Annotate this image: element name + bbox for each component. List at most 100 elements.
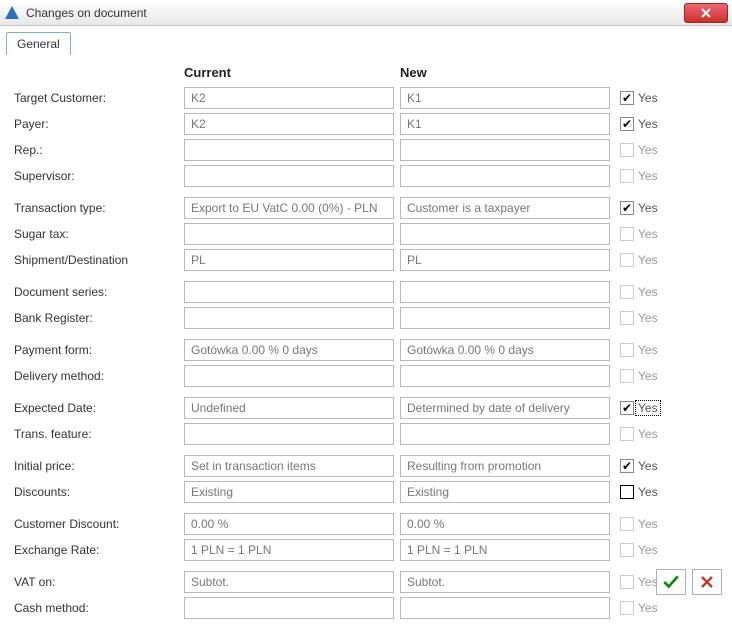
- checkbox[interactable]: [620, 543, 634, 557]
- new-value[interactable]: 0.00 %: [400, 513, 610, 535]
- yes-toggle[interactable]: Yes: [620, 343, 690, 357]
- row: Target Customer:K2K1Yes: [14, 86, 718, 110]
- checkbox[interactable]: [620, 459, 634, 473]
- yes-label: Yes: [638, 343, 658, 357]
- new-value[interactable]: Gotówka 0.00 % 0 days: [400, 339, 610, 361]
- current-value[interactable]: [184, 365, 394, 387]
- checkbox[interactable]: [620, 285, 634, 299]
- current-value[interactable]: [184, 139, 394, 161]
- checkbox[interactable]: [620, 227, 634, 241]
- current-value[interactable]: Gotówka 0.00 % 0 days: [184, 339, 394, 361]
- yes-toggle[interactable]: Yes: [620, 485, 690, 499]
- new-value[interactable]: [400, 165, 610, 187]
- current-value[interactable]: [184, 307, 394, 329]
- current-value[interactable]: K2: [184, 113, 394, 135]
- new-value[interactable]: Determined by date of delivery: [400, 397, 610, 419]
- yes-toggle[interactable]: Yes: [620, 201, 690, 215]
- current-value[interactable]: Subtot.: [184, 571, 394, 593]
- checkbox[interactable]: [620, 311, 634, 325]
- new-value[interactable]: Resulting from promotion: [400, 455, 610, 477]
- current-value[interactable]: 1 PLN = 1 PLN: [184, 539, 394, 561]
- checkbox[interactable]: [620, 485, 634, 499]
- checkbox[interactable]: [620, 117, 634, 131]
- checkbox[interactable]: [620, 575, 634, 589]
- tab-strip: General: [0, 26, 732, 55]
- checkbox[interactable]: [620, 601, 634, 615]
- yes-toggle[interactable]: Yes: [620, 143, 690, 157]
- row: Payment form:Gotówka 0.00 % 0 daysGotówk…: [14, 338, 718, 362]
- yes-toggle[interactable]: Yes: [620, 253, 690, 267]
- yes-toggle[interactable]: Yes: [620, 311, 690, 325]
- new-value[interactable]: Subtot.: [400, 571, 610, 593]
- checkbox[interactable]: [620, 517, 634, 531]
- current-value[interactable]: K2: [184, 87, 394, 109]
- yes-toggle[interactable]: Yes: [620, 459, 690, 473]
- checkbox[interactable]: [620, 369, 634, 383]
- new-value[interactable]: [400, 223, 610, 245]
- checkbox[interactable]: [620, 401, 634, 415]
- window-title: Changes on document: [26, 6, 684, 20]
- row-label: Delivery method:: [14, 369, 184, 383]
- yes-label: Yes: [638, 91, 658, 105]
- new-value[interactable]: [400, 139, 610, 161]
- current-value[interactable]: Undefined: [184, 397, 394, 419]
- new-value[interactable]: [400, 423, 610, 445]
- yes-toggle[interactable]: Yes: [620, 517, 690, 531]
- row-label: Initial price:: [14, 459, 184, 473]
- row: Initial price:Set in transaction items Re…: [14, 454, 718, 478]
- new-value[interactable]: [400, 597, 610, 619]
- checkbox[interactable]: [620, 201, 634, 215]
- yes-toggle[interactable]: Yes: [620, 169, 690, 183]
- rows-container: Target Customer:K2K1YesPayer:K2K1YesRep.…: [14, 86, 718, 620]
- new-value[interactable]: PL: [400, 249, 610, 271]
- checkbox[interactable]: [620, 91, 634, 105]
- window-close-button[interactable]: [684, 3, 728, 23]
- yes-toggle[interactable]: Yes: [620, 91, 690, 105]
- new-value[interactable]: 1 PLN = 1 PLN: [400, 539, 610, 561]
- row-label: Sugar tax:: [14, 227, 184, 241]
- yes-toggle[interactable]: Yes: [620, 369, 690, 383]
- current-value[interactable]: [184, 223, 394, 245]
- row: Expected Date:UndefinedDetermined by dat…: [14, 396, 718, 420]
- checkbox[interactable]: [620, 169, 634, 183]
- checkbox[interactable]: [620, 427, 634, 441]
- yes-toggle[interactable]: Yes: [620, 427, 690, 441]
- row-label: Cash method:: [14, 601, 184, 615]
- new-value[interactable]: [400, 281, 610, 303]
- new-value[interactable]: [400, 365, 610, 387]
- yes-label: Yes: [638, 485, 658, 499]
- yes-toggle[interactable]: Yes: [620, 117, 690, 131]
- checkbox[interactable]: [620, 143, 634, 157]
- current-value[interactable]: 0.00 %: [184, 513, 394, 535]
- current-value[interactable]: Existing: [184, 481, 394, 503]
- current-value[interactable]: PL: [184, 249, 394, 271]
- yes-toggle[interactable]: Yes: [620, 401, 690, 415]
- row-label: Payer:: [14, 117, 184, 131]
- tab-general[interactable]: General: [6, 32, 71, 55]
- new-value[interactable]: K1: [400, 87, 610, 109]
- yes-toggle[interactable]: Yes: [620, 543, 690, 557]
- new-value[interactable]: [400, 307, 610, 329]
- row-label: VAT on:: [14, 575, 184, 589]
- checkbox[interactable]: [620, 253, 634, 267]
- checkbox[interactable]: [620, 343, 634, 357]
- current-value[interactable]: [184, 165, 394, 187]
- yes-toggle[interactable]: Yes: [620, 285, 690, 299]
- yes-label: Yes: [638, 143, 658, 157]
- current-value[interactable]: Export to EU VatC 0.00 (0%) - PLN: [184, 197, 394, 219]
- current-value[interactable]: [184, 597, 394, 619]
- yes-toggle[interactable]: Yes: [620, 601, 690, 615]
- current-value[interactable]: [184, 423, 394, 445]
- new-value[interactable]: Existing: [400, 481, 610, 503]
- row: Payer:K2 K1 Yes: [14, 112, 718, 136]
- row: Rep.:Yes: [14, 138, 718, 162]
- row-label: Discounts:: [14, 485, 184, 499]
- current-value[interactable]: [184, 281, 394, 303]
- yes-label: Yes: [638, 543, 658, 557]
- cancel-button[interactable]: [692, 569, 722, 595]
- new-value[interactable]: K1: [400, 113, 610, 135]
- confirm-button[interactable]: [656, 569, 686, 595]
- yes-toggle[interactable]: Yes: [620, 227, 690, 241]
- current-value[interactable]: Set in transaction items: [184, 455, 394, 477]
- new-value[interactable]: Customer is a taxpayer: [400, 197, 610, 219]
